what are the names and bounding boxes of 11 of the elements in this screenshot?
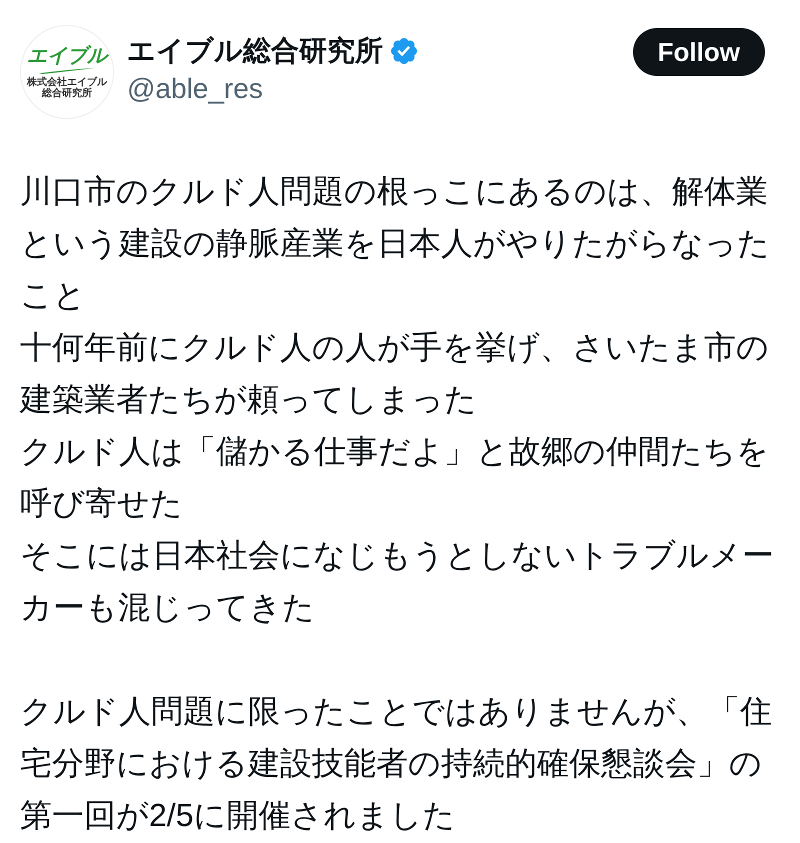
post-text-line: 川口市のクルド人問題の根っこにあるのは、解体業という建設の静脈産業を日本人がやりたがらなったこと	[20, 172, 771, 315]
follow-button[interactable]: Follow	[632, 28, 765, 76]
post-text-line: 十何年前にクルド人の人が手を挙げ、さいたま市の建築業者たちが頼ってしまった	[20, 328, 770, 419]
account-handle: @able_res	[127, 72, 264, 106]
logo-wordmark: エイブル	[27, 45, 107, 67]
swoosh-icon	[39, 68, 95, 74]
logo-company-name: 株式会社エイブル総合研究所	[26, 77, 108, 99]
post-text-line: クルド人問題に限ったことではありませんが、「住宅分野における建設技能者の持続的確保懇談会」の第一回が2/5に開催されました	[20, 692, 773, 835]
post-text-line: クルド人は「儲かる仕事だよ」と故郷の仲間たちを呼び寄せた	[20, 432, 770, 523]
account-name: エイブル総合研究所	[127, 34, 383, 68]
post-text-line: そこには日本社会になじもうとしないトラブルメーカーも混じってきた	[20, 536, 775, 627]
